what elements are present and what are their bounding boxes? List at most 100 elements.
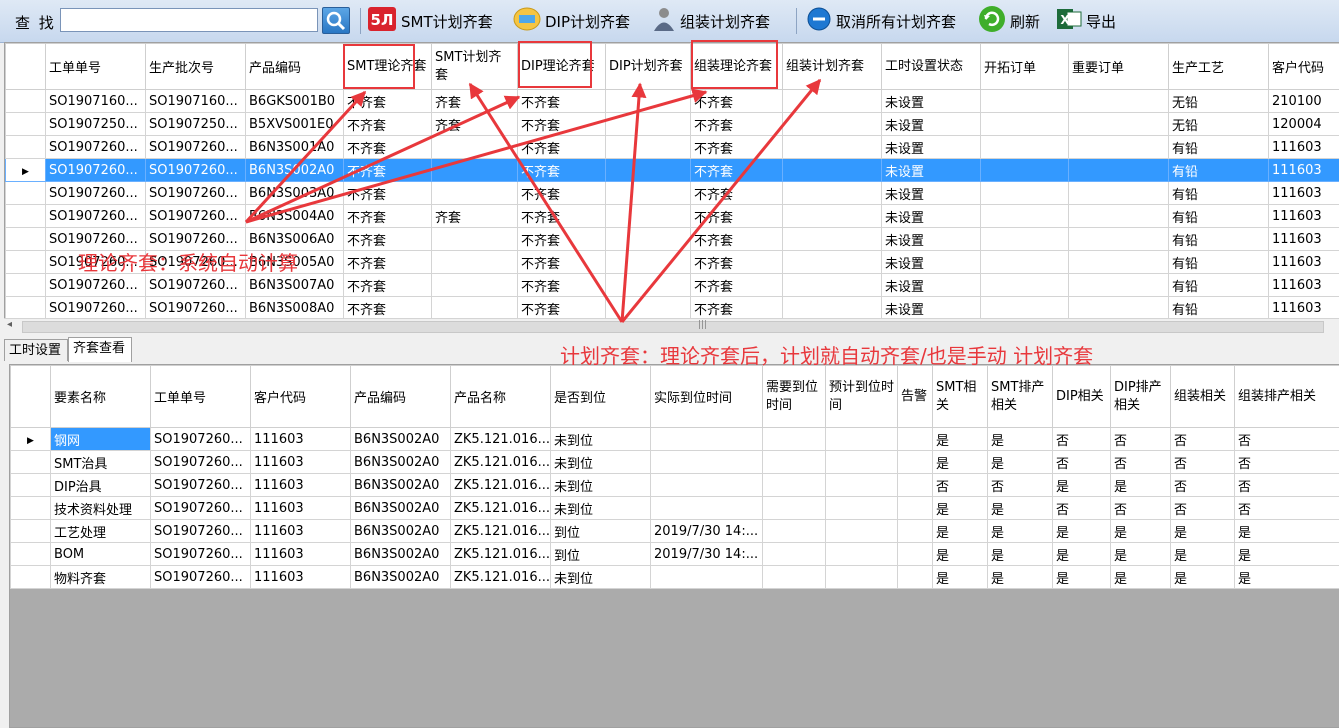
export-button[interactable]: X 导出 (1056, 8, 1116, 34)
row-header[interactable] (6, 205, 46, 228)
table-cell[interactable]: 否 (1235, 497, 1339, 520)
table-cell[interactable]: 111603 (1269, 205, 1339, 228)
table-row[interactable]: BOMSO1907260...111603B6N3S002A0ZK5.121.0… (11, 543, 1339, 566)
col-header[interactable]: 组装计划齐套 (783, 44, 882, 90)
table-cell[interactable] (783, 274, 882, 297)
table-cell[interactable]: 未设置 (882, 182, 981, 205)
table-row[interactable]: 物料齐套SO1907260...111603B6N3S002A0ZK5.121.… (11, 566, 1339, 589)
table-cell[interactable]: 不齐套 (518, 205, 606, 228)
scroll-thumb[interactable] (22, 321, 1324, 333)
table-cell[interactable] (763, 474, 826, 497)
table-cell[interactable]: SO1907260... (151, 543, 251, 566)
table-cell[interactable]: 未设置 (882, 136, 981, 159)
table-cell[interactable]: B6N3S008A0 (246, 297, 344, 320)
table-cell[interactable]: 否 (1171, 474, 1235, 497)
table-cell[interactable]: ZK5.121.016... (451, 451, 551, 474)
table-cell[interactable]: SO1907250... (146, 113, 246, 136)
table-cell[interactable] (763, 497, 826, 520)
table-cell[interactable]: 是 (988, 497, 1053, 520)
table-cell[interactable]: SO1907260... (146, 182, 246, 205)
table-cell[interactable]: SO1907160... (46, 90, 146, 113)
row-header[interactable] (6, 228, 46, 251)
table-cell[interactable]: ZK5.121.016... (451, 543, 551, 566)
table-cell[interactable]: 不齐套 (344, 136, 432, 159)
table-cell[interactable]: 有铅 (1169, 274, 1269, 297)
table-cell[interactable]: 是 (1053, 474, 1111, 497)
row-header[interactable] (11, 474, 51, 497)
row-header[interactable] (6, 274, 46, 297)
table-row[interactable]: DIP治具SO1907260...111603B6N3S002A0ZK5.121… (11, 474, 1339, 497)
table-cell[interactable] (763, 520, 826, 543)
table-cell[interactable] (783, 159, 882, 182)
table-cell[interactable]: 不齐套 (691, 205, 783, 228)
table-cell[interactable]: 齐套 (432, 90, 518, 113)
table-cell[interactable]: 不齐套 (518, 90, 606, 113)
col-header[interactable]: 要素名称 (51, 366, 151, 428)
table-cell[interactable] (898, 566, 933, 589)
table-cell[interactable] (1069, 136, 1169, 159)
table-cell[interactable] (981, 205, 1069, 228)
table-cell[interactable]: SO1907260... (146, 136, 246, 159)
table-cell[interactable]: 111603 (251, 428, 351, 451)
table-cell[interactable]: 到位 (551, 543, 651, 566)
table-cell[interactable] (1069, 113, 1169, 136)
table-cell[interactable]: ZK5.121.016... (451, 520, 551, 543)
table-cell[interactable]: 是 (1111, 474, 1171, 497)
table-cell[interactable]: 否 (1171, 451, 1235, 474)
table-row[interactable]: ▶钢网SO1907260...111603B6N3S002A0ZK5.121.0… (11, 428, 1339, 451)
table-cell[interactable]: 未到位 (551, 474, 651, 497)
table-cell[interactable] (898, 428, 933, 451)
table-row[interactable]: SO1907160...SO1907160...B6GKS001B0不齐套齐套不… (6, 90, 1339, 113)
table-cell[interactable] (432, 159, 518, 182)
table-cell[interactable]: 是 (1111, 543, 1171, 566)
row-header[interactable] (11, 497, 51, 520)
table-cell[interactable]: 是 (1235, 543, 1339, 566)
row-header[interactable] (11, 543, 51, 566)
cancel-all-plan-kit-button[interactable]: 取消所有计划齐套 (806, 8, 956, 34)
table-cell[interactable]: SO1907260... (146, 159, 246, 182)
table-cell[interactable] (826, 566, 898, 589)
table-row[interactable]: SO1907260...SO1907260...B6N3S008A0不齐套不齐套… (6, 297, 1339, 320)
table-cell[interactable]: SO1907260... (46, 297, 146, 320)
table-cell[interactable] (898, 451, 933, 474)
row-header[interactable] (11, 451, 51, 474)
table-cell[interactable] (783, 205, 882, 228)
col-header[interactable]: 工单单号 (151, 366, 251, 428)
table-cell[interactable] (606, 90, 691, 113)
table-row[interactable]: SMT治具SO1907260...111603B6N3S002A0ZK5.121… (11, 451, 1339, 474)
table-cell[interactable]: 否 (1235, 451, 1339, 474)
table-cell[interactable]: B6GKS001B0 (246, 90, 344, 113)
table-cell[interactable]: 未设置 (882, 205, 981, 228)
table-cell[interactable]: SO1907260... (46, 182, 146, 205)
table-cell[interactable] (1069, 251, 1169, 274)
table-row[interactable]: SO1907260...SO1907260...B6N3S001A0不齐套不齐套… (6, 136, 1339, 159)
table-cell[interactable] (783, 251, 882, 274)
table-cell[interactable] (783, 136, 882, 159)
table-cell[interactable]: 否 (933, 474, 988, 497)
table-cell[interactable]: 未到位 (551, 451, 651, 474)
table-cell[interactable]: 是 (1111, 520, 1171, 543)
table-cell[interactable]: 111603 (251, 520, 351, 543)
table-cell[interactable]: 否 (1171, 428, 1235, 451)
table-row[interactable]: SO1907250...SO1907250...B5XVS001E0不齐套齐套不… (6, 113, 1339, 136)
table-cell[interactable]: 否 (1053, 497, 1111, 520)
table-cell[interactable] (651, 428, 763, 451)
table-cell[interactable]: 111603 (1269, 136, 1339, 159)
table-cell[interactable] (981, 136, 1069, 159)
table-cell[interactable]: 否 (1235, 428, 1339, 451)
table-cell[interactable]: 111603 (251, 543, 351, 566)
table-cell[interactable]: 111603 (1269, 274, 1339, 297)
col-header[interactable]: 客户代码 (251, 366, 351, 428)
table-cell[interactable]: BOM (51, 543, 151, 566)
table-cell[interactable] (898, 497, 933, 520)
table-cell[interactable]: 否 (988, 474, 1053, 497)
table-cell[interactable]: 无铅 (1169, 90, 1269, 113)
table-cell[interactable]: 不齐套 (518, 251, 606, 274)
table-cell[interactable] (432, 136, 518, 159)
table-cell[interactable]: SO1907260... (151, 428, 251, 451)
table-cell[interactable]: B6N3S002A0 (246, 159, 344, 182)
col-header[interactable]: SMT排产相关 (988, 366, 1053, 428)
table-cell[interactable]: 111603 (1269, 182, 1339, 205)
table-cell[interactable]: 未到位 (551, 497, 651, 520)
table-cell[interactable] (783, 113, 882, 136)
